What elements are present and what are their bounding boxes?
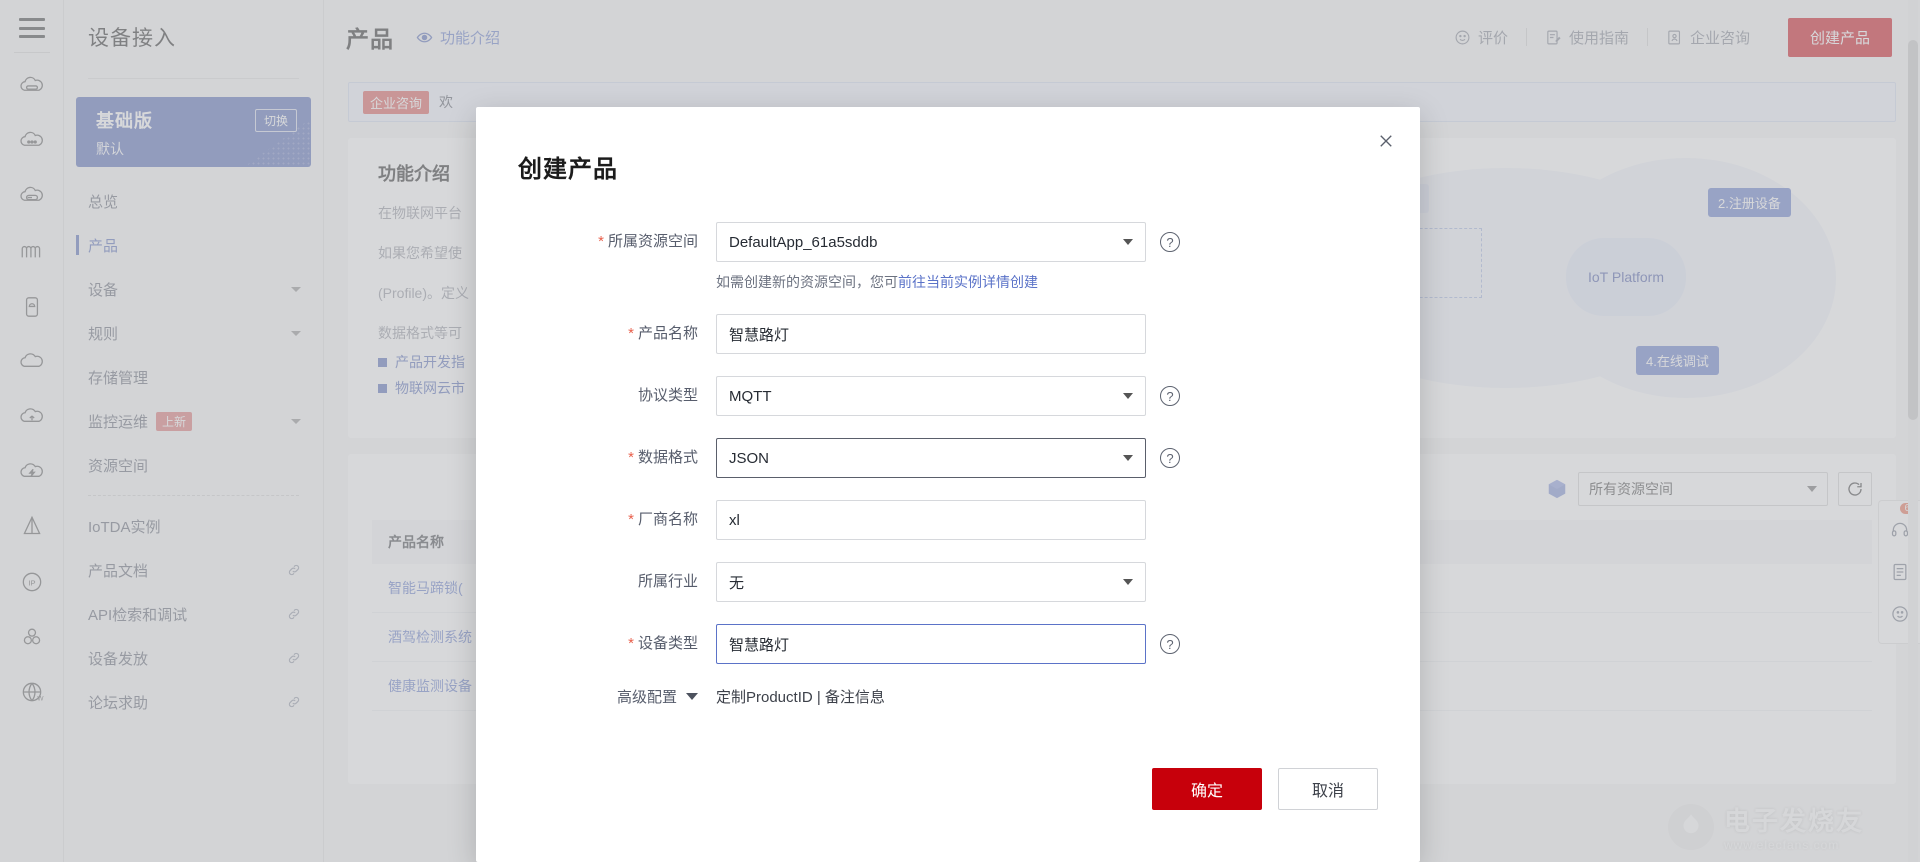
protocol-type-select[interactable]: MQTT bbox=[716, 376, 1146, 416]
chevron-down-icon bbox=[1123, 239, 1133, 245]
product-name-input[interactable]: 智慧路灯 bbox=[716, 314, 1146, 354]
confirm-button[interactable]: 确定 bbox=[1152, 768, 1262, 810]
create-product-dialog: 创建产品 *所属资源空间 DefaultApp_61a5sddb 如需创建新的资… bbox=[476, 107, 1420, 862]
hint-text: 如需创建新的资源空间，您可 bbox=[716, 274, 898, 290]
label-industry: 所属行业 bbox=[476, 562, 716, 602]
field-product-name: 智慧路灯 bbox=[716, 314, 1146, 354]
field-resource-space: DefaultApp_61a5sddb 如需创建新的资源空间，您可前往当前实例详… bbox=[716, 222, 1146, 292]
label-text: 产品名称 bbox=[638, 325, 698, 342]
create-product-form: *所属资源空间 DefaultApp_61a5sddb 如需创建新的资源空间，您… bbox=[476, 184, 1420, 707]
advanced-config-label: 高级配置 bbox=[617, 686, 677, 707]
industry-select[interactable]: 无 bbox=[716, 562, 1146, 602]
required-star-icon: * bbox=[628, 449, 634, 466]
label-text: 设备类型 bbox=[638, 635, 698, 652]
field-data-format: JSON bbox=[716, 438, 1146, 478]
chevron-down-icon bbox=[686, 693, 698, 700]
chevron-down-icon bbox=[1123, 393, 1133, 399]
device-type-input[interactable]: 智慧路灯 bbox=[716, 624, 1146, 664]
app-root: IP W 设备接入 基础版 默认 切换 总览 产品 设备 bbox=[0, 0, 1920, 862]
field-industry: 无 bbox=[716, 562, 1146, 602]
question-icon[interactable]: ? bbox=[1160, 232, 1180, 252]
label-device-type: *设备类型 bbox=[476, 624, 716, 664]
advanced-config-toggle[interactable]: 高级配置 bbox=[476, 686, 716, 707]
field-device-type: 智慧路灯 bbox=[716, 624, 1146, 664]
required-star-icon: * bbox=[598, 233, 604, 250]
form-row-device-type: *设备类型 智慧路灯 ? bbox=[476, 624, 1420, 664]
required-star-icon: * bbox=[628, 511, 634, 528]
label-text: 数据格式 bbox=[638, 449, 698, 466]
question-icon[interactable]: ? bbox=[1160, 448, 1180, 468]
manufacturer-input[interactable]: xl bbox=[716, 500, 1146, 540]
field-manufacturer: xl bbox=[716, 500, 1146, 540]
question-icon[interactable]: ? bbox=[1160, 634, 1180, 654]
product-name-value: 智慧路灯 bbox=[729, 324, 789, 345]
resource-space-value: DefaultApp_61a5sddb bbox=[729, 234, 877, 251]
create-resource-space-link[interactable]: 前往当前实例详情创建 bbox=[898, 274, 1038, 290]
dialog-footer: 确定 取消 bbox=[1152, 768, 1378, 810]
label-manufacturer: *厂商名称 bbox=[476, 500, 716, 540]
label-text: 协议类型 bbox=[638, 387, 698, 404]
chevron-down-icon bbox=[1123, 455, 1133, 461]
label-text: 所属资源空间 bbox=[608, 233, 698, 250]
dialog-title: 创建产品 bbox=[476, 107, 1420, 184]
form-row-manufacturer: *厂商名称 xl bbox=[476, 500, 1420, 540]
industry-value: 无 bbox=[729, 572, 744, 593]
label-data-format: *数据格式 bbox=[476, 438, 716, 478]
device-type-value: 智慧路灯 bbox=[729, 634, 789, 655]
label-protocol-type: 协议类型 bbox=[476, 376, 716, 416]
form-row-data-format: *数据格式 JSON ? bbox=[476, 438, 1420, 478]
close-icon[interactable] bbox=[1374, 129, 1398, 153]
label-text: 所属行业 bbox=[638, 573, 698, 590]
manufacturer-value: xl bbox=[729, 512, 740, 529]
chevron-down-icon bbox=[1123, 579, 1133, 585]
required-star-icon: * bbox=[628, 325, 634, 342]
form-row-resource-space: *所属资源空间 DefaultApp_61a5sddb 如需创建新的资源空间，您… bbox=[476, 222, 1420, 292]
form-row-product-name: *产品名称 智慧路灯 bbox=[476, 314, 1420, 354]
field-protocol-type: MQTT bbox=[716, 376, 1146, 416]
required-star-icon: * bbox=[628, 635, 634, 652]
protocol-type-value: MQTT bbox=[729, 388, 772, 405]
label-resource-space: *所属资源空间 bbox=[476, 222, 716, 262]
advanced-config-row: 高级配置 定制ProductID | 备注信息 bbox=[476, 686, 1420, 707]
resource-space-select[interactable]: DefaultApp_61a5sddb bbox=[716, 222, 1146, 262]
question-icon[interactable]: ? bbox=[1160, 386, 1180, 406]
data-format-value: JSON bbox=[729, 450, 769, 467]
cancel-button[interactable]: 取消 bbox=[1278, 768, 1378, 810]
advanced-config-summary: 定制ProductID | 备注信息 bbox=[716, 686, 885, 707]
label-product-name: *产品名称 bbox=[476, 314, 716, 354]
form-row-industry: 所属行业 无 bbox=[476, 562, 1420, 602]
data-format-select[interactable]: JSON bbox=[716, 438, 1146, 478]
label-text: 厂商名称 bbox=[638, 511, 698, 528]
form-row-protocol-type: 协议类型 MQTT ? bbox=[476, 376, 1420, 416]
resource-space-hint: 如需创建新的资源空间，您可前往当前实例详情创建 bbox=[716, 272, 1146, 292]
